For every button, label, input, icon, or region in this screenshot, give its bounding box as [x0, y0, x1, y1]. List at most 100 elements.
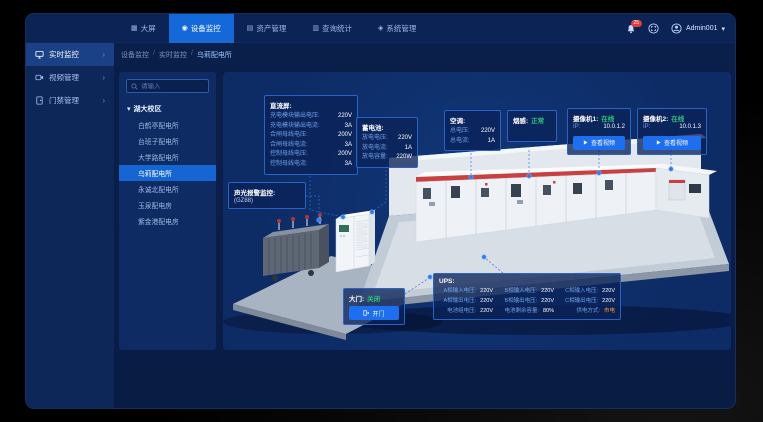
nav-label: 大屏 [141, 23, 156, 34]
tree-search [126, 79, 209, 93]
sidebar-item-access-control[interactable]: 门禁管理 › [26, 89, 114, 112]
panel-title: 蓄电池: [362, 122, 412, 132]
nav-item-bigscreen[interactable]: ▦ 大屏 [118, 14, 169, 43]
sidebar-item-realtime-monitor[interactable]: 实时监控 › [26, 43, 114, 66]
nav-item-assets[interactable]: ▤ 资产管理 [234, 14, 300, 43]
panel-title: UPS: [439, 278, 615, 285]
field-label: B相输出电压: [504, 297, 537, 306]
tree-item[interactable]: 白鹤亭配电所 [119, 117, 216, 133]
field-label: A相输出电压: [443, 297, 476, 306]
door-open-icon [363, 310, 369, 316]
search-icon [131, 83, 138, 90]
field-value: 1A [405, 144, 412, 154]
nav-item-device-monitor[interactable]: ◉ 设备监控 [169, 14, 234, 43]
fullscreen-icon[interactable] [648, 23, 659, 34]
breadcrumb-separator: / [191, 50, 193, 60]
ups-panel: UPS: A相输入电压: 220V B相输入电压: 220V C相输入电压: 220V… [433, 273, 621, 320]
sidebar-label: 实时监控 [49, 49, 79, 60]
field-value: 220V [480, 287, 493, 296]
view-video-button[interactable]: 查看视频 [643, 136, 701, 150]
field-value: 220V [541, 287, 554, 296]
panel-title: 摄像机2: [643, 113, 668, 123]
status-badge: 关闭 [367, 293, 380, 303]
open-door-button[interactable]: 开门 [349, 306, 399, 320]
ip-value: 10.0.1.2 [603, 123, 625, 133]
bigscreen-icon: ▦ [131, 25, 138, 32]
field-label: 充电模块输出电流: [270, 122, 320, 132]
status-badge: 在线 [671, 113, 684, 123]
notification-badge: 25 [631, 20, 642, 27]
chevron-right-icon: › [102, 73, 105, 82]
breadcrumb-item[interactable]: 设备监控 [121, 50, 149, 60]
hotspot-camera1[interactable] [597, 171, 601, 175]
tree-item[interactable]: 台班子配电所 [119, 133, 216, 149]
field-value: 220V [481, 127, 495, 137]
tree-parent-label: 湖大校区 [134, 104, 162, 114]
hotspot-battery[interactable] [370, 210, 374, 214]
field-label: 合闸母线电流: [270, 141, 308, 151]
field-value: 220W [396, 153, 412, 163]
caret-down-icon: ▾ [127, 105, 131, 113]
sidebar: 实时监控 › 视频管理 › 门禁管理 › [26, 43, 114, 408]
nav-label: 系统管理 [386, 23, 416, 34]
hotspot-ups[interactable] [482, 255, 486, 259]
sidebar-label: 门禁管理 [49, 95, 79, 106]
screen: ▦ 大屏 ◉ 设备监控 ▤ 资产管理 ▥ 查询统计 ◈ 系统管理 [0, 0, 763, 422]
nav-item-system[interactable]: ◈ 系统管理 [365, 14, 429, 43]
chevron-right-icon: › [102, 96, 105, 105]
tree-parent-node[interactable]: ▾ 湖大校区 [119, 101, 216, 117]
sidebar-item-video-management[interactable]: 视频管理 › [26, 66, 114, 89]
search-input[interactable] [141, 83, 204, 90]
tree-item[interactable]: 玉泉配电房 [119, 197, 216, 213]
breadcrumb: 设备监控 / 实时监控 / 乌莉配电所 [121, 50, 232, 60]
field-label: 控制母线电流: [270, 160, 308, 170]
hotspot-dc-screen[interactable] [341, 215, 345, 219]
field-value: 220V [480, 307, 493, 316]
panel-title: 摄像机1: [573, 113, 598, 123]
breadcrumb-item-current: 乌莉配电所 [197, 50, 232, 60]
username: Admin001 [686, 25, 718, 32]
user-menu[interactable]: Admin001 ▾ [671, 23, 725, 34]
tree-item[interactable]: 紫金港配电房 [119, 213, 216, 229]
field-label: B相输入电压: [504, 287, 537, 296]
field-value: 80% [543, 307, 554, 316]
button-label: 查看视频 [664, 138, 688, 147]
door-panel: 大门: 关闭 开门 [343, 288, 405, 325]
field-value: 220V [602, 297, 615, 306]
camera2-panel: 摄像机2: 在线 IP:10.0.1.3 查看视频 [637, 108, 707, 155]
field-label: 电池组电压: [447, 307, 476, 316]
nav-label: 查询统计 [322, 23, 352, 34]
hotspot-door[interactable] [428, 275, 432, 279]
view-video-button[interactable]: 查看视频 [573, 136, 625, 150]
nav-item-statistics[interactable]: ▥ 查询统计 [299, 14, 365, 43]
assets-icon: ▤ [247, 25, 254, 32]
field-label: C相输入电压: [565, 287, 598, 296]
camera1-panel: 摄像机1: 在线 IP:10.0.1.2 查看视频 [567, 108, 631, 155]
statistics-icon: ▥ [312, 25, 319, 32]
door-icon [35, 96, 44, 105]
field-value: 3A [345, 160, 352, 170]
notifications-button[interactable]: 25 [626, 24, 636, 34]
field-value: 200V [338, 131, 352, 141]
status-badge: 在线 [601, 113, 614, 123]
hotspot-smoke[interactable] [527, 174, 531, 178]
nav-label: 设备监控 [191, 23, 221, 34]
tree-item[interactable]: 永诚北配电所 [119, 181, 216, 197]
hotspot-camera2[interactable] [669, 167, 673, 171]
hotspot-alarm[interactable] [317, 218, 321, 222]
breadcrumb-item[interactable]: 实时监控 [159, 50, 187, 60]
top-navbar: ▦ 大屏 ◉ 设备监控 ▤ 资产管理 ▥ 查询统计 ◈ 系统管理 [26, 14, 735, 43]
field-label: 放电电流: [362, 144, 388, 154]
hotspot-ac[interactable] [469, 175, 473, 179]
field-label: A相输入电压: [443, 287, 476, 296]
field-value-power-mode: 市电 [604, 307, 615, 316]
tree-item[interactable]: 大学路配电所 [119, 149, 216, 165]
sidebar-label: 视频管理 [49, 72, 79, 83]
field-value: 220V [480, 297, 493, 306]
panel-title: 声光报警监控: [234, 187, 300, 197]
dc-screen-panel: 直流屏: 充电模块输出电压:220V 充电模块输出电流:3A 合闸母线电压:20… [264, 95, 358, 175]
field-label: 供电方式: [576, 307, 600, 316]
field-label: 合闸母线电压: [270, 131, 308, 141]
field-value: 220V [398, 134, 412, 144]
tree-item-selected[interactable]: 乌莉配电所 [119, 165, 216, 181]
